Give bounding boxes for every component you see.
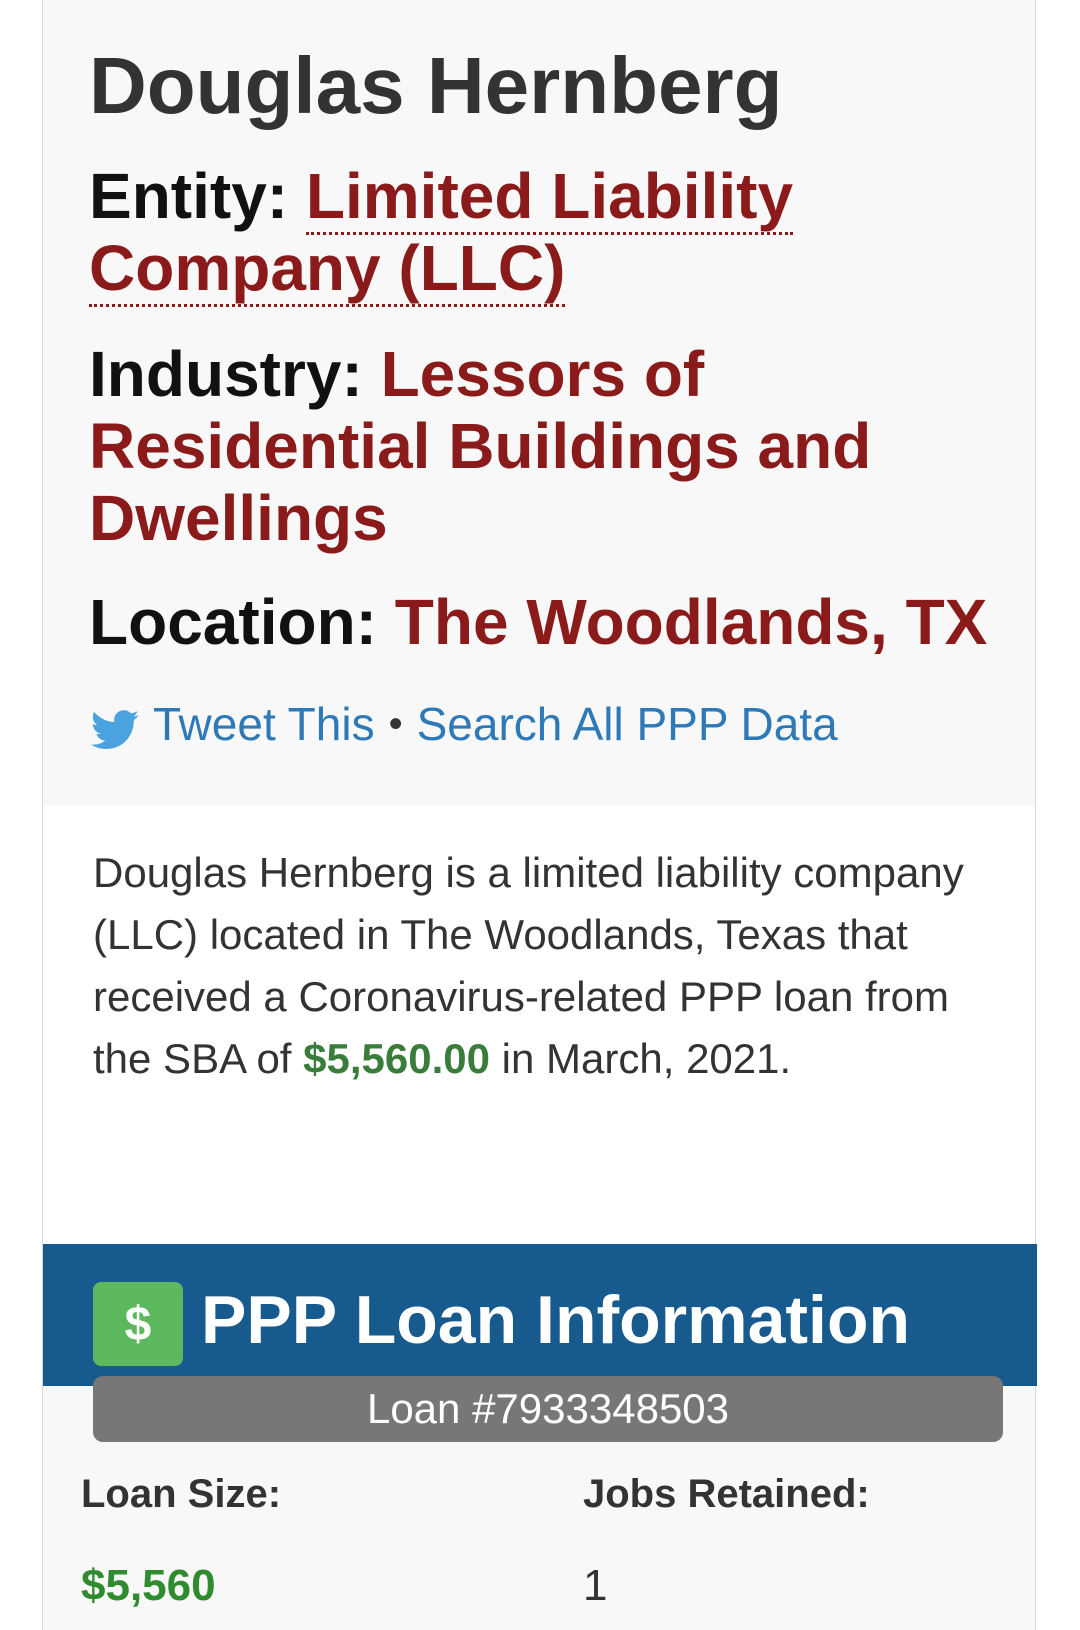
separator-dot: • (388, 701, 403, 746)
dollar-icon: $ (93, 1282, 183, 1366)
jobs-retained-label: Jobs Retained: (583, 1472, 870, 1516)
tweet-this-link[interactable]: Tweet This (153, 697, 375, 751)
loan-amount-highlight: $5,560.00 (303, 1035, 491, 1082)
loan-number-badge: Loan #7933348503 (93, 1376, 1003, 1442)
location-label: Location: (89, 586, 377, 658)
business-header: Douglas Hernberg Entity: Limited Liabili… (43, 0, 1035, 806)
entity-label: Entity: (89, 160, 289, 232)
search-all-ppp-link[interactable]: Search All PPP Data (417, 697, 838, 751)
ppp-loan-header: $ PPP Loan Information (43, 1244, 1037, 1386)
page: Douglas Hernberg Entity: Limited Liabili… (0, 0, 1080, 1630)
location-value: The Woodlands, TX (394, 586, 988, 658)
loan-size-value: $5,560 (81, 1561, 216, 1610)
industry-label: Industry: (89, 338, 363, 410)
loan-size-label: Loan Size: (81, 1472, 282, 1516)
business-card: Douglas Hernberg Entity: Limited Liabili… (42, 0, 1037, 1630)
share-row: Tweet This • Search All PPP Data (89, 694, 838, 754)
location-row: Location: The Woodlands, TX (89, 586, 989, 658)
entity-row: Entity: Limited Liability Company (LLC) (89, 160, 989, 307)
jobs-retained-value: 1 (583, 1561, 608, 1610)
description-section: Douglas Hernberg is a limited liability … (43, 806, 1035, 1244)
business-name: Douglas Hernberg (89, 41, 783, 130)
industry-row: Industry: Lessors of Residential Buildin… (89, 338, 989, 554)
ppp-loan-title: PPP Loan Information (201, 1282, 911, 1358)
description-text-end: in March, 2021. (490, 1035, 792, 1082)
twitter-bird-icon[interactable] (89, 705, 141, 757)
business-description: Douglas Hernberg is a limited liability … (93, 842, 983, 1090)
